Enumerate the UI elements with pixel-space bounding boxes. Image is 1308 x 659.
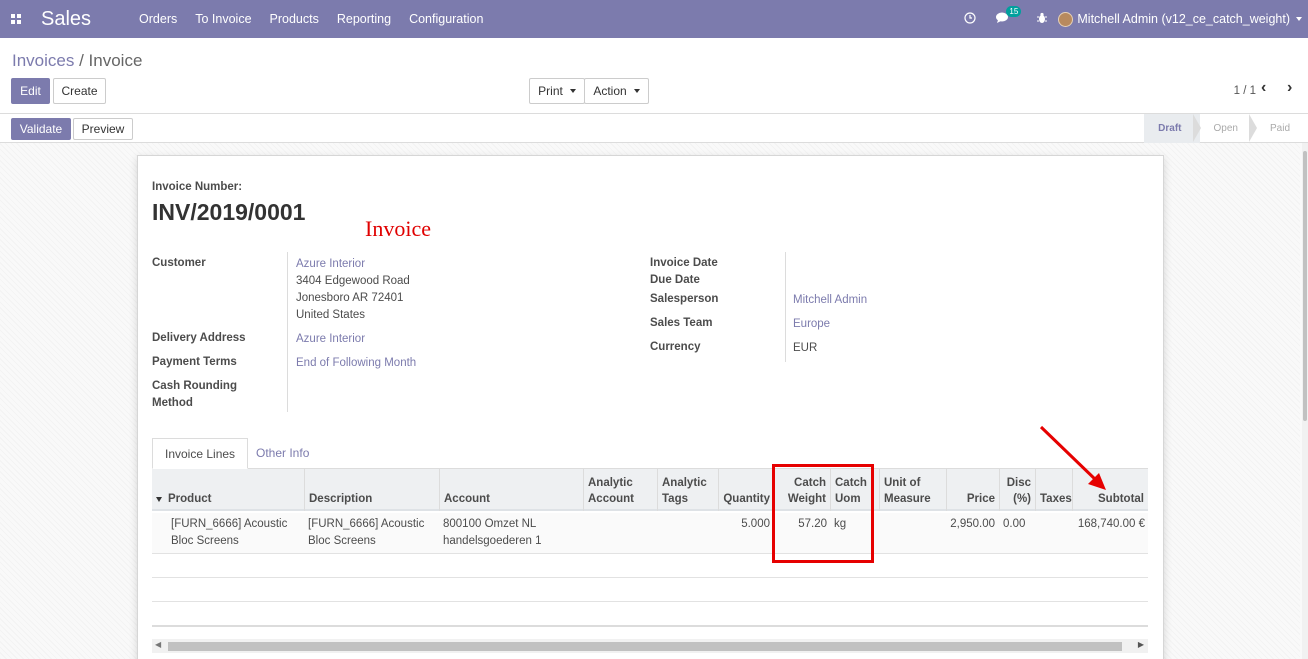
cell-description: [FURN_6666] Acoustic Bloc Screens bbox=[308, 518, 425, 547]
field-divider bbox=[785, 252, 786, 362]
customer-label: Customer bbox=[152, 257, 206, 269]
cell-quantity: 5.000 bbox=[741, 518, 770, 530]
col-product[interactable]: Product bbox=[152, 469, 304, 511]
delivery-address-label: Delivery Address bbox=[152, 332, 246, 344]
tab-other-info[interactable]: Other Info bbox=[244, 438, 321, 469]
menu-products[interactable]: Products bbox=[261, 0, 328, 38]
payment-terms-value[interactable]: End of Following Month bbox=[296, 355, 416, 372]
sales-team-value[interactable]: Europe bbox=[793, 316, 830, 333]
currency-value: EUR bbox=[793, 342, 818, 354]
table-header: Product Description Account Analytic Acc… bbox=[152, 469, 1148, 511]
bug-icon[interactable] bbox=[1036, 12, 1048, 27]
navbar-systray: 15 Mitchell Admin (v12_ce_catch_weight) bbox=[954, 0, 1308, 38]
state-paid[interactable]: Paid bbox=[1256, 114, 1308, 143]
annotation-invoice: Invoice bbox=[365, 216, 431, 241]
validate-button[interactable]: Validate bbox=[11, 118, 71, 140]
col-price[interactable]: Price bbox=[946, 469, 999, 511]
cell-discount: 0.00 bbox=[1003, 518, 1026, 530]
sales-team-label: Sales Team bbox=[650, 317, 713, 329]
col-analytic-tags[interactable]: Analytic Tags bbox=[657, 469, 718, 511]
state-draft[interactable]: Draft bbox=[1144, 114, 1201, 143]
col-unit-of-measure[interactable]: Unit of Measure bbox=[879, 469, 946, 511]
chat-count-badge: 15 bbox=[1006, 5, 1022, 17]
table-row[interactable] bbox=[152, 513, 1148, 553]
breadcrumb-separator: / bbox=[74, 51, 89, 70]
annotation-highlight-box bbox=[772, 464, 874, 563]
sort-caret-icon bbox=[156, 497, 162, 502]
customer-name[interactable]: Azure Interior bbox=[296, 256, 365, 273]
cell-subtotal: 168,740.00 € bbox=[1077, 518, 1145, 530]
cell-price: 2,950.00 bbox=[950, 518, 995, 530]
pager-next-icon[interactable]: › bbox=[1287, 79, 1292, 97]
due-date-label: Due Date bbox=[650, 274, 700, 286]
invoice-sheet: Invoice Number: INV/2019/0001 Invoice Cu… bbox=[137, 155, 1164, 659]
breadcrumb-invoices[interactable]: Invoices bbox=[12, 51, 74, 70]
invoice-date-label: Invoice Date bbox=[650, 257, 718, 269]
status-bar: Validate Preview Draft Open Paid bbox=[0, 114, 1308, 143]
breadcrumb: Invoices / Invoice bbox=[12, 51, 142, 71]
avatar bbox=[1058, 11, 1074, 27]
breadcrumb-current: Invoice bbox=[88, 51, 143, 70]
row-divider bbox=[152, 601, 1148, 602]
col-analytic-account[interactable]: Analytic Account bbox=[583, 469, 657, 511]
print-label: Print bbox=[538, 84, 563, 98]
caret-down-icon bbox=[633, 89, 640, 93]
activity-clock-icon[interactable] bbox=[964, 11, 976, 27]
main-menu: Orders To Invoice Products Reporting Con… bbox=[130, 0, 492, 38]
row-divider bbox=[152, 553, 1148, 554]
cell-account: 800100 Omzet NL handelsgoederen 1 bbox=[443, 518, 542, 547]
col-taxes[interactable]: Taxes bbox=[1035, 469, 1072, 511]
user-name: Mitchell Admin (v12_ce_catch_weight) bbox=[1077, 12, 1290, 26]
col-quantity[interactable]: Quantity bbox=[718, 469, 774, 511]
col-discount[interactable]: Disc (%) bbox=[999, 469, 1035, 511]
preview-button[interactable]: Preview bbox=[73, 118, 133, 140]
edit-button[interactable]: Edit bbox=[11, 78, 50, 104]
row-divider bbox=[152, 625, 1148, 627]
action-label: Action bbox=[593, 84, 627, 98]
apps-menu-icon[interactable] bbox=[4, 0, 28, 38]
customer-address-line1: 3404 Edgewood Road bbox=[296, 275, 410, 287]
menu-orders[interactable]: Orders bbox=[130, 0, 186, 38]
tab-invoice-lines[interactable]: Invoice Lines bbox=[152, 438, 249, 469]
chat-icon[interactable]: 15 bbox=[996, 5, 1022, 27]
salesperson-value[interactable]: Mitchell Admin bbox=[793, 292, 867, 309]
scroll-thumb[interactable] bbox=[168, 642, 1122, 651]
payment-terms-label: Payment Terms bbox=[152, 356, 237, 368]
cell-product: [FURN_6666] Acoustic Bloc Screens bbox=[171, 518, 288, 547]
vertical-scrollbar[interactable] bbox=[1302, 143, 1308, 659]
pager-value[interactable]: 1 / 1 bbox=[1234, 85, 1256, 97]
pager-previous-icon[interactable]: ‹ bbox=[1261, 79, 1266, 97]
control-panel: Invoices / Invoice Edit Create Print Act… bbox=[0, 38, 1308, 114]
customer-address-line3: United States bbox=[296, 309, 366, 321]
status-steps: Draft Open Paid bbox=[1144, 114, 1308, 143]
invoice-number-label: Invoice Number: bbox=[152, 181, 243, 193]
cash-rounding-label: Cash Rounding Method bbox=[152, 380, 237, 409]
scroll-right-icon[interactable]: ▶ bbox=[1138, 640, 1144, 649]
state-open[interactable]: Open bbox=[1200, 114, 1258, 143]
action-button[interactable]: Action bbox=[584, 78, 649, 104]
col-account[interactable]: Account bbox=[439, 469, 583, 511]
horizontal-scrollbar[interactable]: ◀ ▶ bbox=[152, 639, 1148, 653]
col-description[interactable]: Description bbox=[304, 469, 439, 511]
menu-to-invoice[interactable]: To Invoice bbox=[186, 0, 260, 38]
notebook-tabs: Invoice Lines Other Info bbox=[152, 438, 1148, 469]
menu-reporting[interactable]: Reporting bbox=[328, 0, 400, 38]
field-divider bbox=[287, 252, 288, 412]
invoice-number: INV/2019/0001 bbox=[152, 199, 306, 225]
print-button[interactable]: Print bbox=[529, 78, 585, 104]
caret-down-icon bbox=[569, 89, 576, 93]
col-subtotal[interactable]: Subtotal bbox=[1072, 469, 1148, 511]
create-button[interactable]: Create bbox=[53, 78, 106, 104]
salesperson-label: Salesperson bbox=[650, 293, 719, 305]
app-brand[interactable]: Sales bbox=[41, 8, 91, 31]
menu-configuration[interactable]: Configuration bbox=[400, 0, 492, 38]
caret-down-icon bbox=[1296, 17, 1302, 21]
row-divider bbox=[152, 577, 1148, 578]
user-menu[interactable]: Mitchell Admin (v12_ce_catch_weight) bbox=[1058, 11, 1302, 27]
currency-label: Currency bbox=[650, 341, 701, 353]
scroll-left-icon[interactable]: ◀ bbox=[155, 640, 161, 649]
delivery-address-value[interactable]: Azure Interior bbox=[296, 331, 365, 348]
customer-address-line2: Jonesboro AR 72401 bbox=[296, 292, 404, 304]
top-navbar: Sales Orders To Invoice Products Reporti… bbox=[0, 0, 1308, 38]
